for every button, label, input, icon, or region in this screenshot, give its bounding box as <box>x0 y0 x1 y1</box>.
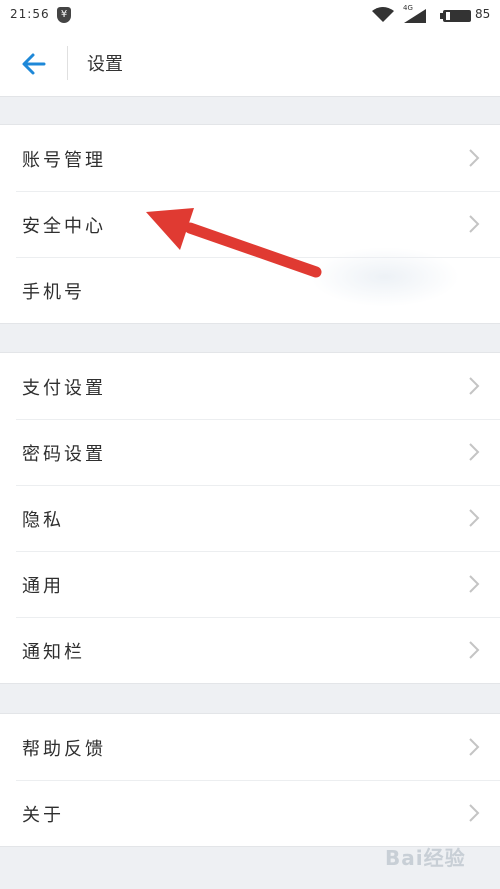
yen-icon: ¥ <box>57 7 71 23</box>
watermark-logo: Bai经验 <box>385 846 466 870</box>
settings-item-label: 帮助反馈 <box>22 739 106 760</box>
settings-item-label: 通用 <box>22 576 64 597</box>
network-type: 4G <box>403 4 413 12</box>
settings-item-help-feedback[interactable]: 帮助反馈 <box>0 714 500 780</box>
back-button[interactable] <box>18 48 50 80</box>
settings-item-about[interactable]: 关于 <box>0 780 500 846</box>
chevron-right-icon <box>469 738 480 756</box>
app-header: 设置 <box>0 32 500 97</box>
settings-item-payment-settings[interactable]: 支付设置 <box>0 353 500 419</box>
settings-item-label: 安全中心 <box>22 216 106 237</box>
chevron-right-icon <box>469 804 480 822</box>
page-title: 设置 <box>87 54 123 75</box>
battery-icon <box>440 10 471 22</box>
chevron-right-icon <box>469 215 480 233</box>
settings-item-account-management[interactable]: 账号管理 <box>0 125 500 191</box>
settings-item-label: 通知栏 <box>22 642 85 663</box>
chevron-right-icon <box>469 377 480 395</box>
settings-group-support: 帮助反馈 关于 <box>0 713 500 847</box>
battery-percent: 85 <box>475 7 491 21</box>
wifi-icon <box>372 7 394 22</box>
settings-item-password-settings[interactable]: 密码设置 <box>0 419 500 485</box>
chevron-right-icon <box>469 641 480 659</box>
settings-item-phone-number[interactable]: 手机号 <box>0 247 500 323</box>
settings-group-account: 账号管理 安全中心 手机号 <box>0 124 500 324</box>
settings-group-general: 支付设置 密码设置 隐私 通用 通知栏 <box>0 352 500 684</box>
settings-item-label: 隐私 <box>22 510 64 531</box>
settings-item-label: 账号管理 <box>22 150 106 171</box>
settings-item-privacy[interactable]: 隐私 <box>0 485 500 551</box>
settings-item-label: 关于 <box>22 805 64 826</box>
settings-item-label: 支付设置 <box>22 378 106 399</box>
arrow-left-icon <box>22 53 46 75</box>
header-divider <box>67 46 68 80</box>
chevron-right-icon <box>469 443 480 461</box>
settings-item-notification-bar[interactable]: 通知栏 <box>0 617 500 683</box>
smudge <box>310 247 460 307</box>
settings-item-label: 手机号 <box>22 282 85 303</box>
chevron-right-icon <box>469 575 480 593</box>
status-bar: 21:56 ¥ 4G 85 <box>0 0 500 32</box>
chevron-right-icon <box>469 509 480 527</box>
chevron-right-icon <box>469 149 480 167</box>
status-time: 21:56 <box>10 7 50 21</box>
settings-item-label: 密码设置 <box>22 444 106 465</box>
settings-item-general[interactable]: 通用 <box>0 551 500 617</box>
